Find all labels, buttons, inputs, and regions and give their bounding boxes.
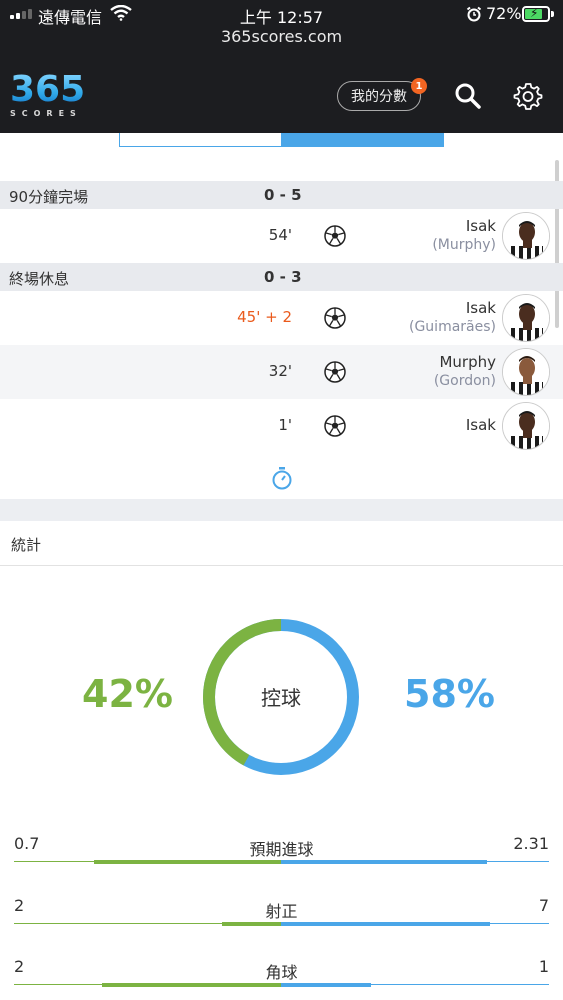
stat-row-corners: 2 角球 1 bbox=[0, 957, 563, 989]
stat-home-track bbox=[14, 984, 102, 985]
battery-icon: ⚡ bbox=[522, 6, 554, 22]
status-bar: 遠傳電信 上午 12:57 72% ⚡ 365scores.com bbox=[0, 0, 563, 46]
section-gap bbox=[0, 499, 563, 521]
logo[interactable]: 365 SCORES bbox=[10, 72, 90, 119]
period-label: 終場休息 bbox=[9, 270, 70, 288]
possession-home: 42% bbox=[82, 672, 173, 716]
goal-minute: 54' bbox=[268, 226, 292, 244]
my-scores-label: 我的分數 bbox=[351, 89, 407, 105]
stat-away-value: 2.31 bbox=[513, 834, 549, 853]
stat-away-bar bbox=[281, 860, 487, 864]
stat-row-xg: 0.7 預期進球 2.31 bbox=[0, 834, 563, 866]
battery-percent: 72% bbox=[486, 4, 522, 23]
stat-away-bar bbox=[281, 983, 371, 987]
stat-away-bar bbox=[281, 922, 490, 926]
soccer-ball-icon bbox=[324, 307, 346, 329]
goal-minute: 1' bbox=[278, 416, 292, 434]
player-avatar[interactable] bbox=[502, 294, 550, 342]
assist-name: (Murphy) bbox=[432, 237, 496, 253]
stat-name: 預期進球 bbox=[249, 840, 314, 859]
app-header: 遠傳電信 上午 12:57 72% ⚡ 365scores.com 365 SC… bbox=[0, 0, 563, 133]
search-icon[interactable] bbox=[454, 82, 482, 110]
stat-home-track bbox=[14, 861, 94, 862]
player-avatar[interactable] bbox=[502, 348, 550, 396]
soccer-ball-icon bbox=[324, 361, 346, 383]
stat-home-bar bbox=[102, 983, 281, 987]
goal-minute: 45' + 2 bbox=[237, 308, 292, 326]
stat-away-track bbox=[371, 984, 549, 985]
stat-away-value: 1 bbox=[538, 957, 549, 976]
stat-away-track bbox=[487, 861, 549, 862]
page-url[interactable]: 365scores.com bbox=[0, 27, 563, 46]
goal-scorer: Isak (Murphy) bbox=[432, 217, 496, 255]
period-score: 0 - 3 bbox=[264, 268, 302, 286]
logo-sub: SCORES bbox=[10, 109, 82, 118]
gear-icon[interactable] bbox=[513, 81, 543, 111]
divider bbox=[0, 565, 563, 566]
player-name: Isak bbox=[465, 217, 496, 235]
tab-home[interactable] bbox=[119, 133, 282, 147]
assist-name: (Guimarães) bbox=[409, 319, 496, 335]
player-name: Isak bbox=[465, 416, 496, 434]
notification-badge: 1 bbox=[411, 78, 427, 94]
player-name: Murphy bbox=[439, 353, 496, 371]
goal-event[interactable]: 1' Isak bbox=[0, 399, 563, 453]
soccer-ball-icon bbox=[324, 225, 346, 247]
goal-scorer: Murphy (Gordon) bbox=[434, 353, 496, 391]
stat-away-value: 7 bbox=[538, 896, 549, 915]
player-avatar[interactable] bbox=[502, 212, 550, 260]
stat-home-track bbox=[14, 923, 222, 924]
stat-away-track bbox=[490, 923, 549, 924]
possession-label: 控球 bbox=[261, 686, 301, 710]
period-header: 90分鐘完場 0 - 5 bbox=[0, 181, 563, 209]
stat-name: 角球 bbox=[265, 963, 298, 982]
assist-name: (Gordon) bbox=[433, 373, 496, 389]
goal-event[interactable]: 32' Murphy (Gordon) bbox=[0, 345, 563, 399]
stopwatch-icon bbox=[272, 467, 292, 490]
goal-event[interactable]: 45' + 2 Isak (Guimarães) bbox=[0, 291, 563, 345]
stat-name: 射正 bbox=[265, 902, 298, 921]
tab-strip bbox=[119, 133, 444, 147]
period-score: 0 - 5 bbox=[264, 186, 302, 204]
goal-scorer: Isak (Guimarães) bbox=[409, 299, 496, 337]
stat-home-bar bbox=[222, 922, 281, 926]
stat-home-bar bbox=[94, 860, 281, 864]
tab-away[interactable] bbox=[282, 133, 444, 147]
stats-title: 統計 bbox=[11, 536, 42, 554]
player-avatar[interactable] bbox=[502, 402, 550, 450]
goal-scorer: Isak bbox=[466, 416, 496, 435]
period-label: 90分鐘完場 bbox=[9, 188, 89, 206]
period-header: 終場休息 0 - 3 bbox=[0, 263, 563, 291]
my-scores-button[interactable]: 我的分數 bbox=[337, 81, 421, 111]
logo-number: 365 bbox=[10, 72, 90, 108]
stat-row-shots-on-target: 2 射正 7 bbox=[0, 896, 563, 928]
goal-event[interactable]: 54' Isak (Murphy) bbox=[0, 209, 563, 263]
player-name: Isak bbox=[465, 299, 496, 317]
alarm-icon bbox=[466, 6, 482, 22]
possession-away: 58% bbox=[404, 672, 495, 716]
goal-minute: 32' bbox=[268, 362, 292, 380]
soccer-ball-icon bbox=[324, 415, 346, 437]
